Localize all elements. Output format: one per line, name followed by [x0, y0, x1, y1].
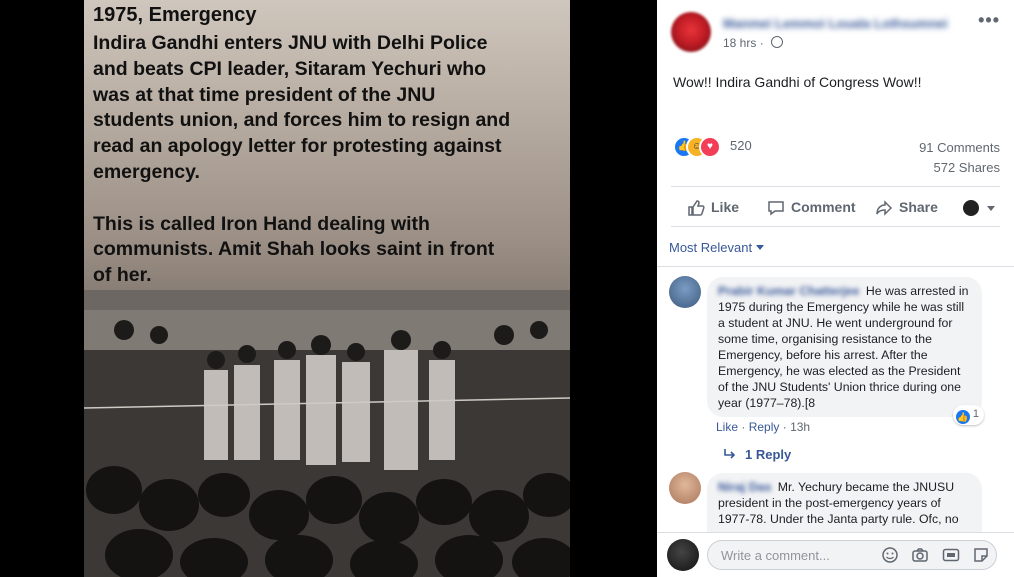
reaction-count: 520	[730, 138, 752, 153]
comment-icon	[768, 201, 784, 216]
comment-actions: Like · Reply · 13h	[716, 420, 810, 434]
share-icon	[876, 200, 893, 217]
reply-arrow-icon	[724, 449, 736, 459]
post-photo[interactable]: 1975, Emergency Indira Gandhi enters JNU…	[84, 0, 570, 577]
post-meta: 18 hrs ·	[723, 36, 784, 50]
comment-input-box[interactable]	[707, 540, 997, 570]
commenter-avatar[interactable]	[669, 472, 701, 504]
composer-icons	[873, 546, 990, 564]
author-avatar[interactable]	[671, 12, 711, 52]
author-name[interactable]: Manmei Lemmoi Louala Lothsumnei	[723, 16, 953, 31]
globe-icon	[771, 36, 784, 48]
chevron-down-icon	[756, 245, 765, 250]
post-time[interactable]: 18 hrs	[723, 36, 756, 50]
comment-bubble: Prabir Kumar Chatterjee He was arrested …	[707, 277, 984, 425]
comment-sort-dropdown[interactable]: Most Relevant	[669, 240, 765, 255]
share-label: Share	[899, 199, 938, 215]
shares-count[interactable]: 572 Shares	[919, 158, 1001, 178]
view-replies-link[interactable]: 1 Reply	[723, 447, 791, 462]
comment-composer	[657, 532, 1014, 577]
comment-text: He was arrested in 1975 during the Emerg…	[718, 284, 969, 410]
like-label: Like	[711, 199, 740, 215]
commenter-name[interactable]: Niraj Das	[718, 480, 771, 494]
comment-reply-link[interactable]: Reply	[749, 420, 780, 434]
post-text: Wow!! Indira Gandhi of Congress Wow!!	[673, 74, 922, 90]
sticker-icon[interactable]	[972, 546, 990, 564]
comment-reaction-badge[interactable]: 👍 1	[952, 405, 984, 425]
engagement-counts: 91 Comments 572 Shares	[919, 138, 1000, 178]
photo-caption: 1975, Emergency Indira Gandhi enters JNU…	[93, 3, 563, 289]
photo-caption-body: Indira Gandhi enters JNU with Delhi Poli…	[93, 32, 511, 287]
like-reaction-icon: 👍	[955, 410, 970, 424]
crowd-photograph	[84, 290, 570, 577]
gif-icon[interactable]	[942, 546, 960, 564]
divider	[671, 186, 1000, 187]
post-as-selector[interactable]	[963, 190, 995, 224]
love-reaction-icon: ♥	[699, 136, 721, 158]
camera-icon[interactable]	[911, 546, 929, 564]
comment-input[interactable]	[719, 547, 893, 564]
separator: ·	[759, 36, 768, 50]
photo-viewer: 1975, Emergency Indira Gandhi enters JNU…	[0, 0, 657, 577]
like-button[interactable]: Like	[687, 190, 739, 224]
divider	[671, 226, 1000, 227]
current-user-avatar[interactable]	[667, 539, 699, 571]
post-sidebar: Manmei Lemmoi Louala Lothsumnei 18 hrs ·…	[657, 0, 1014, 577]
commenter-name[interactable]: Prabir Kumar Chatterjee	[718, 284, 859, 298]
commenter-avatar[interactable]	[669, 276, 701, 308]
sort-label: Most Relevant	[669, 240, 753, 255]
comment-label: Comment	[791, 199, 856, 215]
post-actions: Like Comment Share	[671, 190, 1000, 224]
emoji-icon[interactable]	[881, 546, 899, 564]
profile-mini-avatar	[963, 200, 979, 217]
share-button[interactable]: Share	[875, 190, 938, 224]
separator: ·	[741, 420, 749, 434]
comments-count[interactable]: 91 Comments	[919, 138, 1000, 158]
divider	[657, 266, 1014, 267]
separator: ·	[782, 420, 791, 434]
replies-count: 1 Reply	[745, 447, 792, 462]
photo-caption-title: 1975, Emergency	[93, 4, 257, 26]
comment-button[interactable]: Comment	[767, 190, 856, 224]
comment-time[interactable]: 13h	[790, 420, 810, 434]
comment-reaction-count: 1	[972, 408, 979, 420]
chevron-down-icon	[986, 205, 995, 211]
more-options-icon[interactable]: •••	[978, 10, 1000, 31]
thumbs-up-icon	[688, 200, 705, 217]
comment-like-link[interactable]: Like	[716, 420, 738, 434]
